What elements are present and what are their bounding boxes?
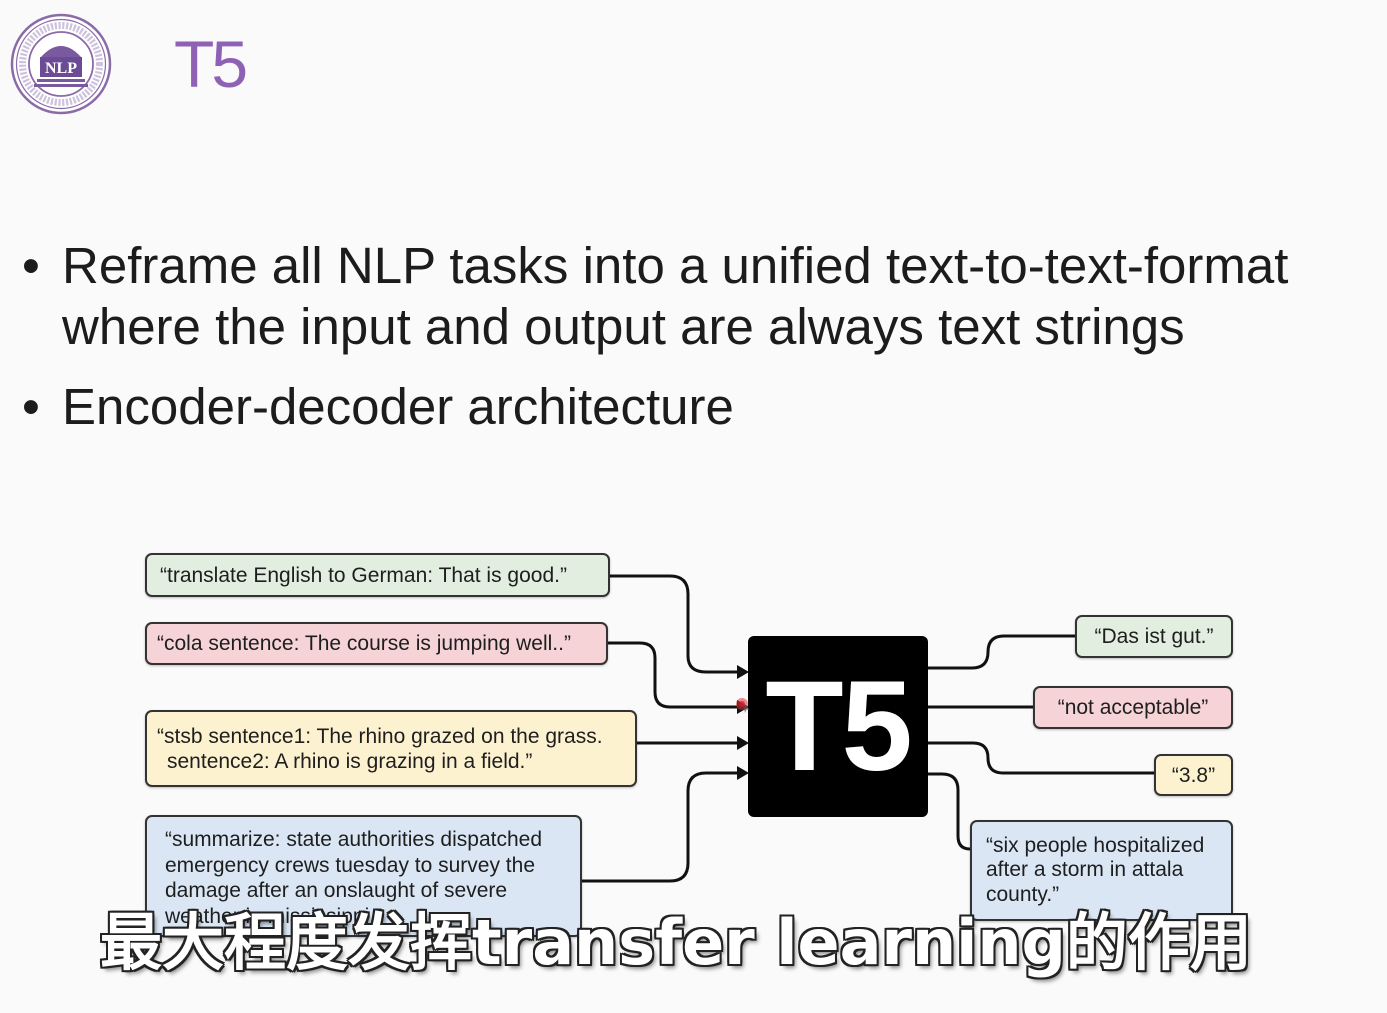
output-connector-summary bbox=[925, 772, 972, 851]
box-text-line: county.” bbox=[986, 882, 1060, 906]
lecture-slide: NLP T5 • Reframe all NLP tasks into a un… bbox=[0, 0, 1387, 1013]
input-connector-summarize bbox=[579, 771, 742, 883]
box-text-line: “Das ist gut.” bbox=[1094, 625, 1214, 648]
output-box-translation: “Das ist gut.” bbox=[1075, 615, 1233, 658]
box-text-line: sentence2: A rhino is grazing in a field… bbox=[167, 749, 533, 773]
box-text-line: “stsb sentence1: The rhino grazed on the… bbox=[157, 724, 603, 748]
box-text-line: “3.8” bbox=[1171, 763, 1216, 787]
output-box-cola: “not acceptable” bbox=[1033, 686, 1233, 729]
output-connector-stsb bbox=[925, 741, 1156, 775]
box-text-line: “cola sentence: The course is jumping we… bbox=[157, 632, 571, 655]
output-connector-translation bbox=[925, 634, 1077, 670]
input-box-translate: “translate English to German: That is go… bbox=[145, 553, 610, 597]
video-subtitle: 最大程度发挥transfer learning的作用 bbox=[100, 906, 1252, 979]
box-text-line: “six people hospitalized bbox=[986, 833, 1205, 857]
box-text-line: “translate English to German: That is go… bbox=[160, 563, 567, 587]
input-box-stsb: “stsb sentence1: The rhino grazed on the… bbox=[145, 710, 637, 787]
box-text-line: “not acceptable” bbox=[1057, 696, 1209, 719]
box-text-line: emergency crews tuesday to survey the bbox=[165, 853, 536, 877]
output-box-stsb: “3.8” bbox=[1154, 754, 1233, 796]
box-text-line: “summarize: state authorities dispatched bbox=[165, 828, 543, 851]
pointer-cursor-icon bbox=[736, 698, 750, 713]
box-text-line: damage after an onslaught of severe bbox=[165, 879, 508, 902]
input-box-cola: “cola sentence: The course is jumping we… bbox=[145, 622, 608, 665]
t5-model-box: T5 bbox=[748, 636, 928, 817]
input-connector-translate bbox=[607, 574, 742, 674]
model-label: T5 bbox=[765, 654, 912, 798]
box-text-line: after a storm in attala bbox=[986, 858, 1184, 882]
input-connector-cola bbox=[605, 641, 742, 709]
